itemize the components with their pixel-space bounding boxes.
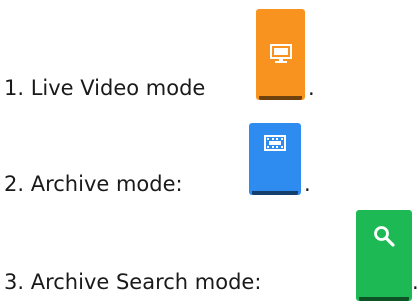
mode-label-archive: 2. Archive mode: <box>4 172 183 196</box>
mode-label-archive-period: . <box>304 172 311 196</box>
video-tape-icon <box>264 135 286 151</box>
mode-label-live-video-period: . <box>308 76 315 100</box>
search-icon <box>374 226 395 247</box>
live-video-mode-button[interactable] <box>256 9 305 100</box>
archive-search-mode-button[interactable] <box>356 210 412 301</box>
mode-label-archive-search: 3. Archive Search mode: <box>4 270 262 294</box>
mode-label-live-video: 1. Live Video mode <box>4 76 206 100</box>
monitor-icon <box>269 44 292 63</box>
archive-mode-button[interactable] <box>249 123 301 195</box>
mode-label-archive-search-period: . <box>412 270 418 294</box>
